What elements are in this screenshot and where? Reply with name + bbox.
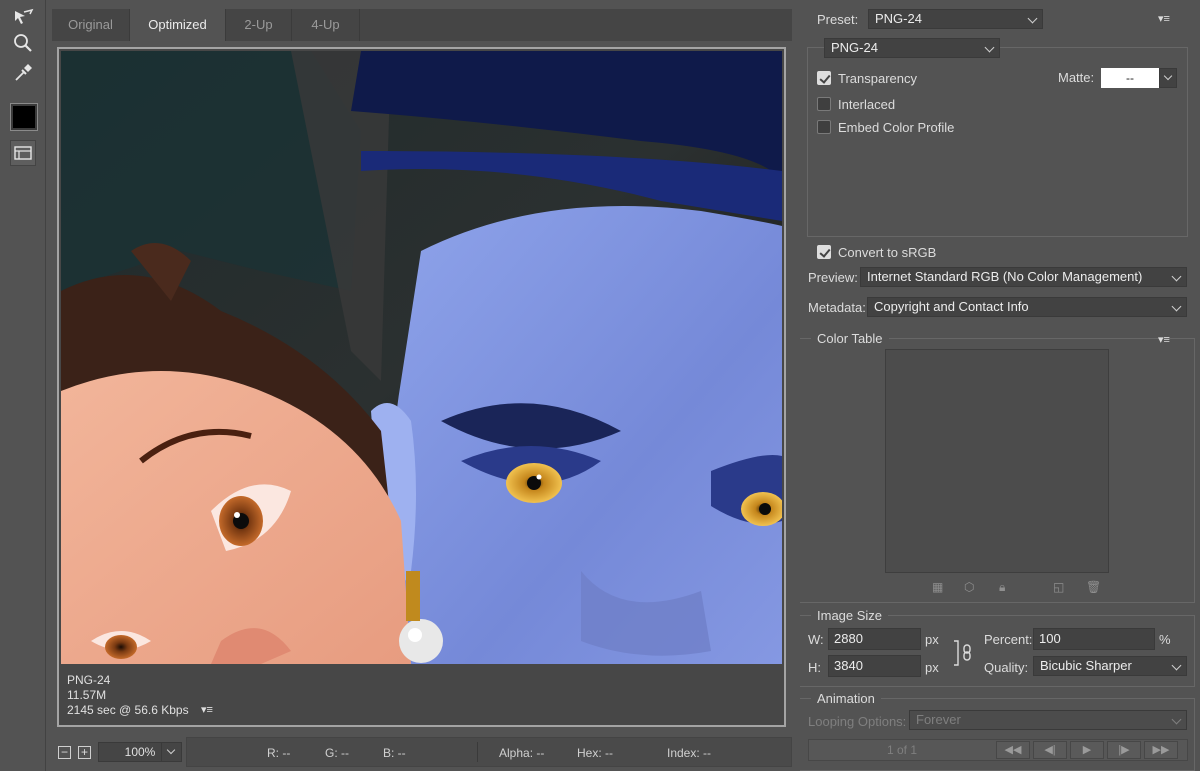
tab-original[interactable]: Original — [52, 9, 130, 41]
slice-select-icon[interactable] — [10, 4, 36, 30]
zoom-icon[interactable] — [10, 30, 36, 56]
preview-image — [61, 51, 782, 664]
zoom-level-value: 100% — [124, 745, 156, 759]
chevron-down-icon[interactable] — [161, 743, 181, 761]
percent-label: Percent: — [984, 632, 1033, 647]
readout-b: B: -- — [383, 746, 406, 760]
optimization-settings-panel: Preset: PNG-24 ▾≡ PNG-24 Transparency Ma… — [800, 0, 1200, 771]
percent-input[interactable]: 100 — [1033, 628, 1155, 650]
next-frame-icon[interactable]: |▶ — [1107, 741, 1141, 759]
width-label: W: — [808, 632, 824, 647]
tab-optimized[interactable]: Optimized — [130, 9, 226, 41]
last-frame-icon[interactable]: ▶▶ — [1144, 741, 1178, 759]
zoom-in-icon[interactable]: + — [78, 746, 91, 759]
preset-label: Preset: — [817, 12, 859, 27]
width-input[interactable]: 2880 — [828, 628, 921, 650]
tab-4-up[interactable]: 4-Up — [292, 9, 360, 41]
info-file-size: 11.57M — [67, 688, 107, 702]
looping-options-value: Forever — [916, 712, 961, 727]
tab-2-up[interactable]: 2-Up — [226, 9, 292, 41]
transparency-checkbox[interactable] — [817, 71, 831, 85]
format-select[interactable]: PNG-24 — [824, 38, 1000, 58]
color-table-swatches[interactable] — [885, 349, 1109, 573]
metadata-select[interactable]: Copyright and Contact Info — [867, 297, 1187, 317]
chevron-down-icon — [1171, 714, 1182, 725]
height-input[interactable]: 3840 — [828, 655, 921, 677]
chevron-down-icon — [1171, 271, 1182, 282]
lock-icon[interactable]: 🔒︎ — [999, 580, 1013, 594]
preset-value: PNG-24 — [875, 11, 922, 26]
chevron-down-icon — [1171, 660, 1182, 671]
new-color-icon[interactable]: ◱ — [1053, 580, 1067, 594]
quality-select[interactable]: Bicubic Sharper — [1033, 656, 1187, 676]
zoom-out-icon[interactable]: − — [58, 746, 71, 759]
panel-menu-icon[interactable]: ▾≡ — [1158, 12, 1170, 25]
interlaced-label: Interlaced — [838, 97, 896, 112]
color-table-title: Color Table — [811, 331, 889, 346]
image-size-title: Image Size — [811, 608, 889, 623]
readout-r: R: -- — [267, 746, 291, 760]
color-table-menu-icon[interactable]: ▾≡ — [1158, 333, 1170, 346]
web-snap-cube-icon[interactable]: ⬡ — [964, 580, 978, 594]
looping-options-select[interactable]: Forever — [909, 710, 1187, 730]
metadata-value: Copyright and Contact Info — [874, 299, 1029, 314]
embed-color-profile-label: Embed Color Profile — [838, 120, 955, 135]
matte-label: Matte: — [1058, 70, 1095, 85]
height-unit: px — [925, 660, 939, 675]
optimization-info: PNG-24 11.57M 2145 sec @ 56.6 Kbps — [67, 673, 189, 718]
preset-select[interactable]: PNG-24 — [868, 9, 1043, 29]
readout-index: Index: -- — [667, 746, 712, 760]
chevron-down-icon — [1163, 71, 1173, 81]
matte-dropdown[interactable] — [1159, 68, 1177, 88]
eyedropper-icon[interactable] — [10, 60, 36, 86]
preview-value: Internet Standard RGB (No Color Manageme… — [867, 269, 1143, 284]
width-unit: px — [925, 632, 939, 647]
previous-frame-icon[interactable]: ◀| — [1033, 741, 1067, 759]
chevron-down-icon — [984, 42, 995, 53]
preview-label: Preview: — [808, 270, 858, 285]
quality-value: Bicubic Sharper — [1040, 658, 1132, 673]
chevron-down-icon — [1027, 13, 1038, 24]
animation-title: Animation — [811, 691, 881, 706]
preview-select[interactable]: Internet Standard RGB (No Color Manageme… — [860, 267, 1187, 287]
transparency-map-icon[interactable]: ▦ — [932, 580, 946, 594]
eyedropper-color-swatch[interactable] — [10, 103, 38, 131]
view-tabs: Original Optimized 2-Up 4-Up — [52, 9, 792, 41]
percent-unit: % — [1159, 632, 1171, 647]
matte-color-swatch[interactable]: -- — [1101, 68, 1159, 88]
constrain-proportions-icon[interactable] — [950, 640, 976, 666]
frame-counter: 1 of 1 — [887, 743, 918, 757]
tool-column — [0, 0, 46, 771]
color-readout: R: -- G: -- B: -- Alpha: -- Hex: -- Inde… — [186, 737, 792, 767]
status-bar: − + 100% R: -- G: -- B: -- Alpha: -- Hex… — [52, 737, 792, 767]
divider — [477, 742, 478, 762]
readout-g: G: -- — [325, 746, 349, 760]
readout-hex: Hex: -- — [577, 746, 613, 760]
toggle-slices-icon[interactable] — [10, 140, 36, 166]
first-frame-icon[interactable]: ◀◀ — [996, 741, 1030, 759]
looping-options-label: Looping Options: — [808, 714, 907, 729]
play-icon[interactable]: ▶ — [1070, 741, 1104, 759]
quality-label: Quality: — [984, 660, 1029, 675]
zoom-level-select[interactable]: 100% — [98, 742, 182, 762]
convert-srgb-checkbox[interactable] — [817, 245, 831, 259]
transparency-label: Transparency — [838, 71, 917, 86]
trash-icon[interactable]: 🗑︎ — [1086, 580, 1101, 594]
embed-color-profile-checkbox[interactable] — [817, 120, 831, 134]
height-label: H: — [808, 660, 821, 675]
interlaced-checkbox[interactable] — [817, 97, 831, 111]
info-download-time: 2145 sec @ 56.6 Kbps — [67, 703, 189, 717]
download-rate-menu-icon[interactable]: ▾≡ — [201, 703, 213, 716]
format-value: PNG-24 — [831, 40, 878, 55]
metadata-label: Metadata: — [808, 300, 866, 315]
readout-alpha: Alpha: -- — [499, 746, 545, 760]
preview-canvas[interactable]: PNG-24 11.57M 2145 sec @ 56.6 Kbps ▾≡ — [57, 47, 786, 727]
chevron-down-icon — [1171, 301, 1182, 312]
info-format: PNG-24 — [67, 673, 111, 687]
convert-srgb-label: Convert to sRGB — [838, 245, 937, 260]
